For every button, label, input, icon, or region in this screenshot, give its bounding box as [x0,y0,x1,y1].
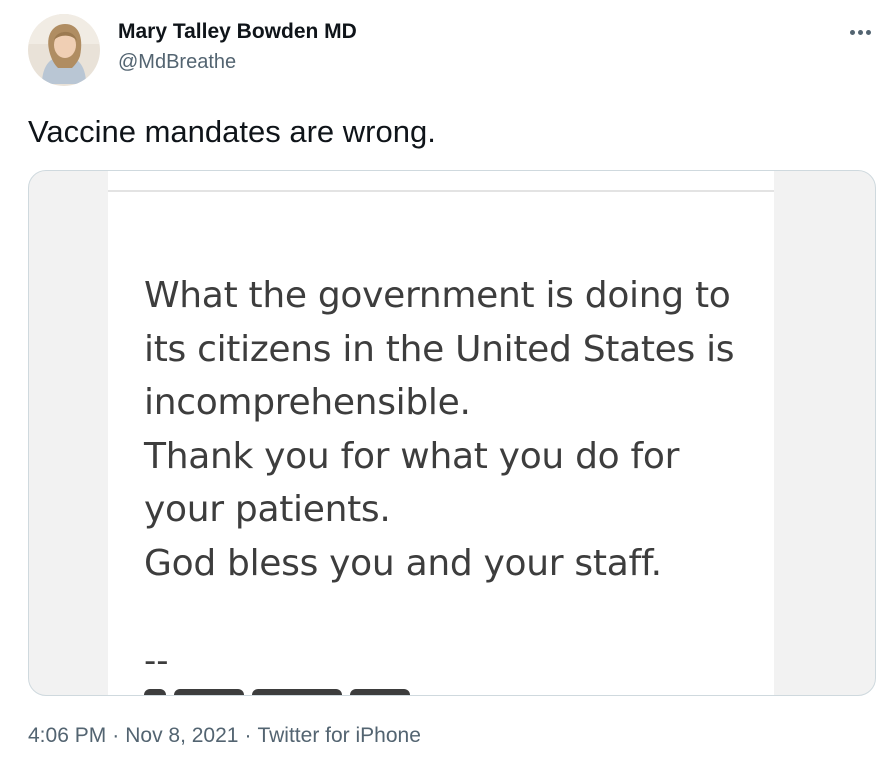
more-dot [857,29,863,35]
author-handle[interactable]: @MdBreathe [118,51,236,74]
tweet-metadata: 4:06 PM · Nov 8, 2021 · Twitter for iPhone [28,724,421,748]
tweet: Mary Talley Bowden MD @MdBreathe Vaccine… [0,0,896,769]
author-name[interactable]: Mary Talley Bowden MD [118,20,357,44]
media-cut-off-text [144,689,474,695]
divider [108,190,774,192]
media-text-line: your patients. [144,489,391,530]
tweet-text: Vaccine mandates are wrong. [28,114,436,149]
separator: · [244,724,252,747]
media-text-line: its citizens in the United States is [144,328,735,370]
cut-glyph [350,689,410,695]
media-text-line: incomprehensible. [144,382,471,423]
author-avatar[interactable] [28,14,100,86]
media-text-line: What the government is doing to [144,275,731,316]
tweet-media-image[interactable]: What the government is doing to its citi… [28,170,876,696]
more-dot [865,29,871,35]
media-signature-dash: -- [144,641,169,681]
separator: · [112,724,120,747]
cut-glyph [174,689,244,695]
tweet-date[interactable]: Nov 8, 2021 [125,724,238,747]
media-text-line: Thank you for what you do for [144,435,680,477]
media-document: What the government is doing to its citi… [108,171,774,695]
avatar-photo-icon [28,14,100,86]
cut-glyph [144,689,166,695]
cut-glyph [252,689,342,695]
media-text: What the government is doing to its citi… [144,269,735,590]
tweet-time[interactable]: 4:06 PM [28,724,106,747]
more-options-button[interactable] [842,18,878,46]
media-text-line: God bless you and your staff. [144,542,662,584]
tweet-source[interactable]: Twitter for iPhone [257,724,420,747]
more-dots-icon [849,29,855,35]
